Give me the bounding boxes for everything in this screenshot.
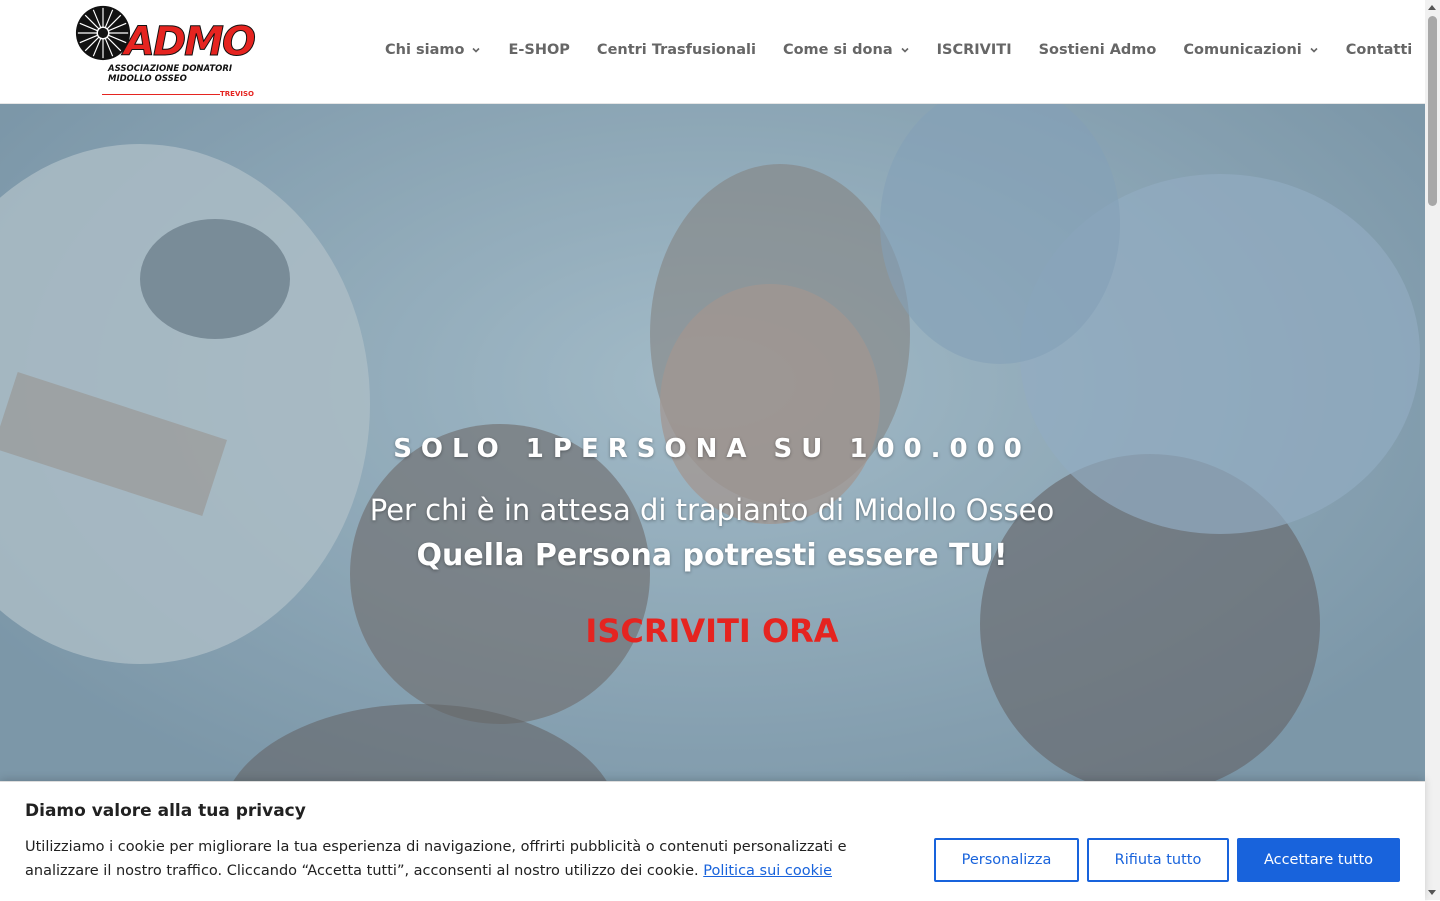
logo-city: TREVISO (220, 90, 254, 98)
chevron-down-icon (1310, 47, 1318, 53)
scroll-down-arrow-icon[interactable] (1428, 890, 1436, 895)
customize-button[interactable]: Personalizza (934, 838, 1079, 882)
nav-label: ISCRIVITI (936, 42, 1012, 58)
cookie-text: Utilizziamo i cookie per migliorare la t… (25, 835, 915, 883)
page-scrollbar[interactable] (1425, 0, 1440, 900)
nav-label: Chi siamo (385, 42, 465, 58)
cookie-consent-banner: Diamo valore alla tua privacy Utilizziam… (0, 781, 1425, 901)
hero-subtitle: Per chi è in attesa di trapianto di Mido… (369, 493, 1055, 527)
iscriviti-ora-link[interactable]: ISCRIVITI ORA (585, 612, 838, 650)
reject-all-button[interactable]: Rifiuta tutto (1087, 838, 1229, 882)
hero-bold-line: Quella Persona potresti essere TU! (416, 538, 1008, 573)
logo-underline (102, 94, 220, 95)
nav-label: Contatti (1345, 42, 1413, 58)
chevron-down-icon (901, 47, 909, 53)
nav-label: Come si dona (782, 42, 893, 58)
nav-centri-trasfusionali[interactable]: Centri Trasfusionali (597, 42, 756, 58)
scrollbar-thumb[interactable] (1428, 16, 1437, 206)
nav-comunicazioni[interactable]: Comunicazioni (1183, 42, 1318, 58)
nav-iscriviti[interactable]: ISCRIVITI (937, 42, 1012, 58)
nav-label: Centri Trasfusionali (596, 42, 756, 58)
nav-sostieni-admo[interactable]: Sostieni Admo (1039, 42, 1157, 58)
logo-subtitle: ASSOCIAZIONE DONATORI MIDOLLO OSSEO (108, 64, 232, 84)
logo-brand: ADMO (124, 19, 257, 65)
nav-e-shop[interactable]: E-SHOP (508, 42, 569, 58)
hero-eyebrow: SOLO 1PERSONA SU 100.000 (393, 434, 1031, 464)
nav-label: E-SHOP (508, 42, 570, 58)
logo-line1: ASSOCIAZIONE DONATORI (108, 64, 233, 74)
site-header: ADMO ASSOCIAZIONE DONATORI MIDOLLO OSSEO… (0, 0, 1425, 104)
chevron-down-icon (472, 47, 481, 53)
accept-all-button[interactable]: Accettare tutto (1237, 838, 1400, 882)
nav-come-si-dona[interactable]: Come si dona (783, 42, 910, 58)
scroll-up-arrow-icon[interactable] (1428, 5, 1436, 10)
nav-label: Comunicazioni (1183, 42, 1302, 58)
cookie-policy-link[interactable]: Politica sui cookie (703, 863, 832, 879)
nav-chi-siamo[interactable]: Chi siamo (385, 42, 481, 58)
cookie-title: Diamo valore alla tua privacy (25, 801, 306, 821)
logo-line2: MIDOLLO OSSEO (108, 74, 187, 84)
nav-contatti[interactable]: Contatti (1346, 42, 1412, 58)
hero-content: SOLO 1PERSONA SU 100.000 Per chi è in at… (362, 434, 1062, 650)
admo-logo[interactable]: ADMO ASSOCIAZIONE DONATORI MIDOLLO OSSEO… (74, 4, 256, 100)
main-nav: Chi siamo E-SHOP Centri Trasfusionali Co… (385, 42, 1412, 58)
nav-label: Sostieni Admo (1038, 42, 1157, 58)
